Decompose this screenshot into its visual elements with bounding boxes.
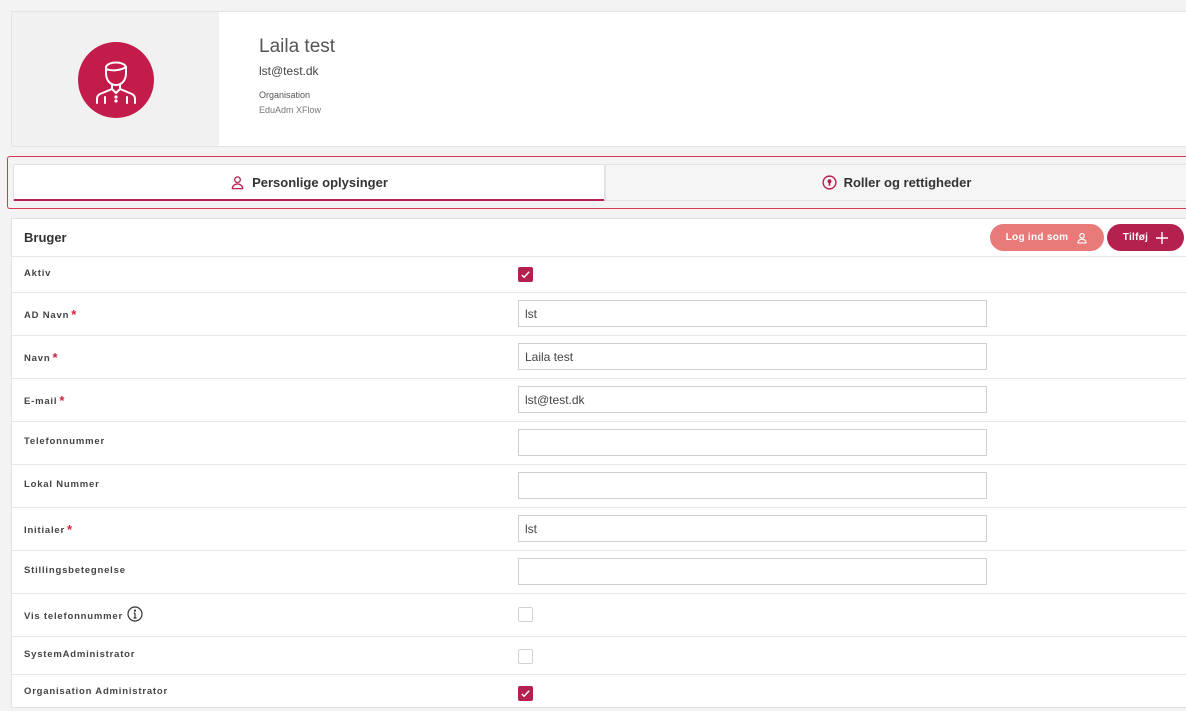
tab-roles-rights-label: Roller og rettigheder	[843, 175, 972, 190]
vis-telefonnummer-label-text: Vis telefonnummer	[24, 611, 123, 622]
checkmark-icon	[521, 690, 530, 698]
tab-bar: Personlige oplysinger Roller og rettighe…	[7, 156, 1186, 209]
required-marker: *	[71, 307, 78, 322]
row-ad-navn: AD Navn *	[12, 293, 1186, 336]
aktiv-checkbox[interactable]	[518, 267, 533, 282]
lokal-nummer-label: Lokal Nummer	[24, 479, 100, 490]
initialer-label: Initialer *	[24, 522, 73, 537]
lock-circle-icon	[821, 175, 837, 190]
organisation-value: EduAdm XFlow	[259, 105, 322, 115]
initialer-input[interactable]	[518, 515, 987, 542]
initialer-label-text: Initialer	[24, 525, 65, 536]
add-label: Tilføj	[1122, 232, 1149, 243]
user-form-panel: Bruger Log ind som Tilføj Aktiv AD Navn *	[11, 218, 1186, 708]
tab-personal-info-label: Personlige oplysinger	[252, 174, 388, 190]
email-label: E-mail *	[24, 393, 65, 408]
user-avatar-icon	[96, 61, 136, 104]
stillingsbetegnelse-input[interactable]	[518, 558, 987, 585]
stillingsbetegnelse-label: Stillingsbetegnelse	[24, 565, 126, 576]
info-icon[interactable]	[127, 606, 143, 622]
row-aktiv: Aktiv	[12, 256, 1186, 293]
profile-name: Laila test	[259, 36, 336, 57]
row-organisation-administrator: Organisation Administrator	[12, 675, 1186, 711]
organisation-administrator-checkbox[interactable]	[518, 686, 533, 701]
organisation-label: Organisation	[259, 90, 311, 100]
required-marker: *	[59, 393, 66, 408]
add-button[interactable]: Tilføj	[1107, 224, 1184, 251]
required-marker: *	[67, 522, 73, 537]
telefonnummer-input[interactable]	[518, 429, 987, 456]
tab-roles-rights[interactable]: Roller og rettigheder	[605, 164, 1186, 201]
panel-title: Bruger	[24, 230, 67, 245]
login-as-button[interactable]: Log ind som	[990, 224, 1104, 251]
tab-personal-info[interactable]: Personlige oplysinger	[13, 164, 605, 201]
row-initialer: Initialer *	[12, 508, 1186, 551]
navn-input[interactable]	[518, 343, 987, 370]
row-vis-telefonnummer: Vis telefonnummer	[12, 594, 1186, 637]
email-label-text: E-mail	[24, 396, 58, 407]
ad-navn-input[interactable]	[518, 300, 987, 327]
required-marker: *	[52, 350, 59, 365]
row-telefonnummer: Telefonnummer	[12, 422, 1186, 465]
aktiv-label: Aktiv	[24, 268, 52, 279]
row-systemadministrator: SystemAdministrator	[12, 637, 1186, 675]
organisation-administrator-label: Organisation Administrator	[24, 686, 168, 697]
avatar	[78, 42, 154, 118]
vis-telefonnummer-label: Vis telefonnummer	[24, 606, 143, 622]
plus-icon	[1156, 231, 1169, 244]
navn-label-text: Navn	[24, 353, 51, 364]
row-lokal-nummer: Lokal Nummer	[12, 465, 1186, 508]
row-navn: Navn *	[12, 336, 1186, 379]
systemadministrator-checkbox[interactable]	[518, 649, 533, 664]
email-input[interactable]	[518, 386, 987, 413]
lokal-nummer-input[interactable]	[518, 472, 987, 499]
systemadministrator-label: SystemAdministrator	[24, 649, 136, 660]
panel-header: Bruger Log ind som Tilføj	[12, 219, 1186, 257]
avatar-panel	[12, 12, 219, 146]
checkmark-icon	[521, 271, 530, 279]
person-icon	[231, 175, 244, 189]
ad-navn-label-text: AD Navn	[24, 310, 70, 321]
navn-label: Navn *	[24, 350, 58, 365]
profile-card: Laila test lst@test.dk Organisation EduA…	[11, 11, 1186, 147]
profile-email: lst@test.dk	[259, 64, 319, 78]
row-stillingsbetegnelse: Stillingsbetegnelse	[12, 551, 1186, 594]
ad-navn-label: AD Navn *	[24, 307, 77, 322]
person-icon	[1076, 232, 1088, 244]
vis-telefonnummer-checkbox[interactable]	[518, 607, 533, 622]
telefonnummer-label: Telefonnummer	[24, 436, 105, 447]
login-as-label: Log ind som	[1005, 232, 1069, 243]
row-email: E-mail *	[12, 379, 1186, 422]
